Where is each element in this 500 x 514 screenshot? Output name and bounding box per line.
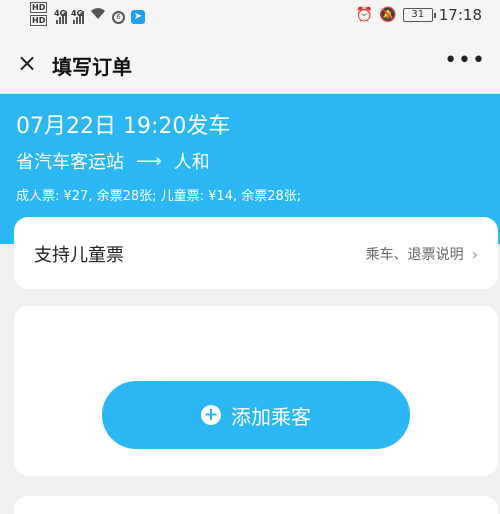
page-title: 填写订单 [52, 55, 132, 79]
mute-icon: 🔕 [379, 7, 397, 23]
rules-link[interactable]: 乘车、退票说明 › [366, 244, 478, 264]
network-label-1: 4G [54, 9, 67, 18]
add-passenger-button[interactable]: + 添加乘客 [102, 381, 410, 449]
title-bar: × 填写订单 ••• [0, 34, 500, 94]
alarm-icon: ⏰ [355, 7, 374, 23]
status-left-icons: 4G 4G 6 ➤ [54, 6, 145, 24]
child-ticket-label: 支持儿童票 [34, 245, 124, 266]
departure-time: 07月22日 19:20发车 [16, 114, 231, 139]
signal-icon: 4G [54, 9, 67, 24]
passenger-card: + 添加乘客 [14, 306, 498, 476]
rules-link-label: 乘车、退票说明 [365, 247, 464, 263]
hd-badge-1: HD [30, 2, 48, 13]
sync-icon: 6 [112, 11, 125, 24]
next-card-edge [14, 496, 498, 514]
more-options-icon[interactable]: ••• [444, 48, 486, 73]
close-icon[interactable]: × [14, 50, 40, 76]
route-to: 人和 [173, 152, 210, 173]
plus-icon: + [201, 405, 221, 425]
add-passenger-label: 添加乘客 [231, 404, 311, 429]
network-label-2: 4G [71, 9, 84, 18]
signal-icon-2: 4G [71, 9, 84, 24]
status-right: ⏰ 🔕 31 17:18 [356, 6, 482, 24]
status-time: 17:18 [438, 6, 482, 24]
route: 省汽车客运站 ⟶ 人和 [16, 148, 210, 174]
hd-badge-2: HD [30, 15, 48, 26]
status-bar: HD HD 4G 4G 6 ➤ ⏰ 🔕 31 17:18 [0, 0, 500, 34]
battery-icon: 31 [402, 8, 436, 22]
chevron-right-icon: › [471, 244, 478, 264]
app-icon: ➤ [131, 10, 145, 24]
wifi-icon [90, 7, 106, 24]
ticket-prices: 成人票: ¥27, 余票28张; 儿童票: ¥14, 余票28张; [16, 189, 302, 204]
hd-badges: HD HD [30, 2, 48, 26]
route-from: 省汽车客运站 [16, 152, 124, 173]
child-ticket-card: 支持儿童票 乘车、退票说明 › [14, 217, 498, 289]
arrow-right-icon: ⟶ [136, 150, 162, 172]
